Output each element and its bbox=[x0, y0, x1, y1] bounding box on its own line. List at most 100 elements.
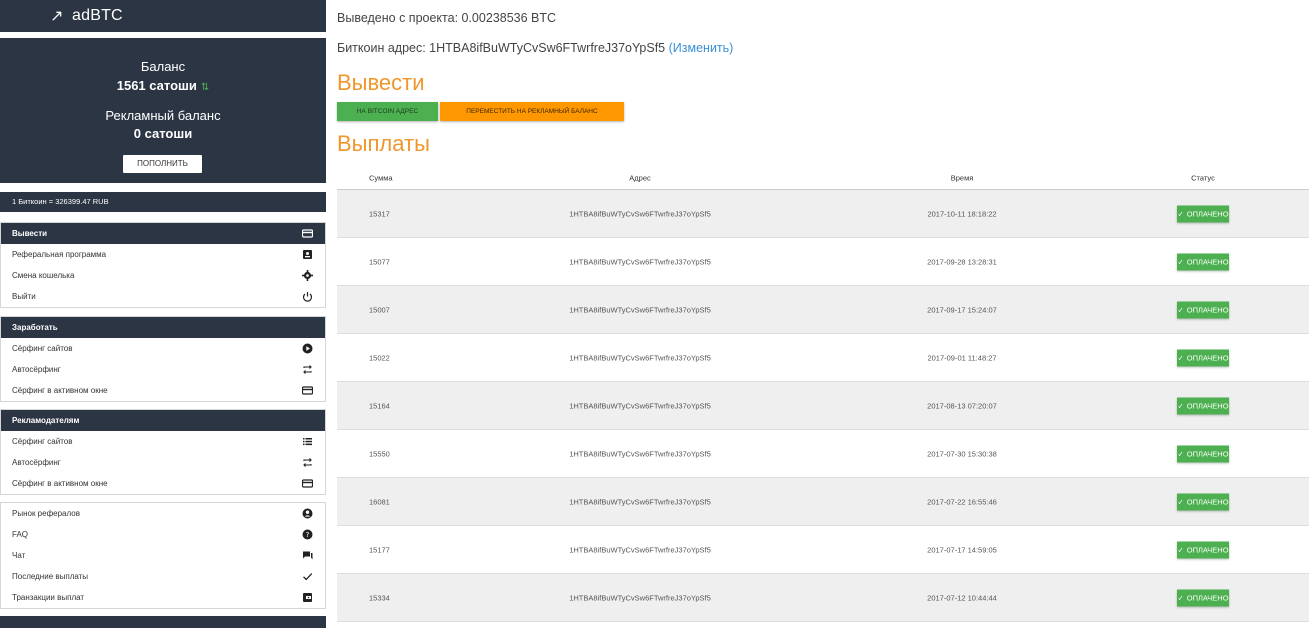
menu-head-advertisers[interactable]: Рекламодателям bbox=[1, 410, 325, 431]
sidebar-item-label: Выйти bbox=[12, 292, 36, 301]
cell-sum: 15317 bbox=[369, 209, 390, 218]
table-header: Сумма Адрес Время Статус bbox=[337, 166, 1309, 190]
cell-time-text: 2017-08-13 07:20:07 bbox=[927, 401, 997, 410]
status-badge: ✓ ОПЛАЧЕНО bbox=[1177, 301, 1229, 318]
sidebar-item-label: Сёрфинг сайтов bbox=[12, 344, 73, 353]
status-text: ОПЛАЧЕНО bbox=[1186, 401, 1229, 410]
sidebar-item-label: Транзакции выплат bbox=[12, 593, 85, 602]
status-text: ОПЛАЧЕНО bbox=[1186, 449, 1229, 458]
check-icon: ✓ bbox=[1177, 593, 1184, 602]
bitcoin-address: Биткоин адрес: 1HTBA8ifBuWTyCvSw6FTwrfre… bbox=[337, 41, 666, 55]
check-icon: ✓ bbox=[1177, 449, 1184, 458]
sidebar: ↗ adBTC Баланс 1561 сатоши ⇅ Рекламный ба… bbox=[0, 0, 326, 628]
sidebar-item-adv-active-window[interactable]: Сёрфинг в активном окне bbox=[1, 473, 325, 494]
sidebar-item-recent-payouts[interactable]: Последние выплаты bbox=[1, 566, 325, 587]
status-text: ОПЛАЧЕНО bbox=[1186, 593, 1229, 602]
table-row: 15022 1HTBA8ifBuWTyCvSw6FTwrfreJ37oYpSf5 2… bbox=[337, 334, 1309, 382]
cell-address-text: 1HTBA8ifBuWTyCvSw6FTwrfreJ37oYpSf5 bbox=[569, 401, 711, 410]
help-circle-icon: ? bbox=[302, 529, 313, 540]
credit-card-icon bbox=[302, 386, 313, 395]
status-badge: ✓ ОПЛАЧЕНО bbox=[1177, 253, 1229, 270]
sidebar-item-faq[interactable]: FAQ ? bbox=[1, 524, 325, 545]
table-body: 15317 1HTBA8ifBuWTyCvSw6FTwrfreJ37oYpSf5 2… bbox=[337, 190, 1309, 622]
table-row: 15007 1HTBA8ifBuWTyCvSw6FTwrfreJ37oYpSf5 2… bbox=[337, 286, 1309, 334]
sidebar-item-label: Сёрфинг сайтов bbox=[12, 437, 73, 446]
payouts-heading: Выплаты bbox=[337, 131, 430, 156]
cell-sum: 15164 bbox=[369, 401, 390, 410]
balance-card: Баланс 1561 сатоши ⇅ Рекламный баланс 0 с… bbox=[0, 38, 326, 183]
cell-sum: 16081 bbox=[369, 497, 390, 506]
move-to-ad-balance-button[interactable]: ПЕРЕМЕСТИТЬ НА РЕКЛАМНЫЙ БАЛАНС bbox=[440, 102, 624, 121]
withdraw-bitcoin-button[interactable]: НА BITCOIN АДРЕС bbox=[337, 102, 438, 121]
sidebar-item-transactions[interactable]: Транзакции выплат bbox=[1, 587, 325, 608]
cell-address-text: 1HTBA8ifBuWTyCvSw6FTwrfreJ37oYpSf5 bbox=[569, 545, 711, 554]
cell-address-text: 1HTBA8ifBuWTyCvSw6FTwrfreJ37oYpSf5 bbox=[569, 497, 711, 506]
check-icon: ✓ bbox=[1177, 401, 1184, 410]
table-row: 15164 1HTBA8ifBuWTyCvSw6FTwrfreJ37oYpSf5 2… bbox=[337, 382, 1309, 430]
table-row: 16081 1HTBA8ifBuWTyCvSw6FTwrfreJ37oYpSf5 2… bbox=[337, 478, 1309, 526]
sidebar-item-chat[interactable]: Чат bbox=[1, 545, 325, 566]
cell-time-text: 2017-07-12 10:44:44 bbox=[927, 593, 997, 602]
menu-head-withdraw[interactable]: Вывести bbox=[1, 223, 325, 244]
check-icon: ✓ bbox=[1177, 497, 1184, 506]
cell-time-text: 2017-09-01 11:48:27 bbox=[927, 353, 997, 362]
change-address-link[interactable]: (Изменить) bbox=[669, 41, 734, 55]
cell-sum: 15550 bbox=[369, 449, 390, 458]
col-header-sum: Сумма bbox=[369, 173, 393, 182]
logo-bar[interactable]: ↗ adBTC bbox=[0, 0, 326, 32]
col-header-status-label: Статус bbox=[1191, 173, 1215, 182]
sidebar-item-adv-autosurfing[interactable]: Автосёрфинг bbox=[1, 452, 325, 473]
sidebar-item-referral[interactable]: Реферальная программа bbox=[1, 244, 325, 265]
credit-card-icon bbox=[302, 229, 313, 238]
menu-group-withdraw: Вывести Реферальная программа Смена коше… bbox=[0, 222, 326, 308]
status-text: ОПЛАЧЕНО bbox=[1186, 353, 1229, 362]
status-text: ОПЛАЧЕНО bbox=[1186, 209, 1229, 218]
table-row: 15177 1HTBA8ifBuWTyCvSw6FTwrfreJ37oYpSf5 2… bbox=[337, 526, 1309, 574]
check-icon: ✓ bbox=[1177, 305, 1184, 314]
menu-group-earn: Заработать Сёрфинг сайтов Автосёрфинг Сё… bbox=[0, 316, 326, 402]
menu-head-label: Вывести bbox=[12, 229, 48, 238]
check-icon: ✓ bbox=[1177, 209, 1184, 218]
status-badge: ✓ ОПЛАЧЕНО bbox=[1177, 541, 1229, 558]
contacts-icon bbox=[303, 250, 312, 259]
sidebar-item-surfing[interactable]: Сёрфинг сайтов bbox=[1, 338, 325, 359]
sidebar-item-label: Чат bbox=[12, 551, 26, 560]
cell-time-text: 2017-09-28 13:28:31 bbox=[927, 257, 997, 266]
sidebar-item-logout[interactable]: Выйти bbox=[1, 286, 325, 307]
sidebar-item-label: Последние выплаты bbox=[12, 572, 89, 581]
balance-label: Баланс bbox=[140, 59, 186, 74]
table-row: 15550 1HTBA8ifBuWTyCvSw6FTwrfreJ37oYpSf5 2… bbox=[337, 430, 1309, 478]
status-text: ОПЛАЧЕНО bbox=[1186, 497, 1229, 506]
sidebar-item-autosurfing[interactable]: Автосёрфинг bbox=[1, 359, 325, 380]
cell-address-text: 1HTBA8ifBuWTyCvSw6FTwrfreJ37oYpSf5 bbox=[569, 209, 711, 218]
ad-balance-label: Рекламный баланс bbox=[105, 108, 221, 123]
status-text: ОПЛАЧЕНО bbox=[1186, 257, 1229, 266]
menu-head-label: Заработать bbox=[12, 323, 58, 332]
balance-value: 1561 сатоши ⇅ bbox=[0, 78, 326, 93]
sidebar-item-label: Автосёрфинг bbox=[12, 458, 61, 467]
status-badge: ✓ ОПЛАЧЕНО bbox=[1177, 589, 1229, 606]
sidebar-item-label: Рынок рефералов bbox=[12, 509, 80, 518]
check-icon: ✓ bbox=[1177, 545, 1184, 554]
sidebar-item-adv-surfing[interactable]: Сёрфинг сайтов bbox=[1, 431, 325, 452]
status-badge: ✓ ОПЛАЧЕНО bbox=[1177, 445, 1229, 462]
topup-button[interactable]: ПОПОЛНИТЬ bbox=[123, 155, 202, 173]
status-text: ОПЛАЧЕНО bbox=[1186, 305, 1229, 314]
table-row: 15334 1HTBA8ifBuWTyCvSw6FTwrfreJ37oYpSf5 2… bbox=[337, 574, 1309, 622]
exchange-rate: 1 Биткоин = 326399.47 RUB bbox=[0, 192, 326, 212]
cell-sum: 15177 bbox=[369, 545, 390, 554]
ad-balance-value: 0 сатоши bbox=[133, 126, 193, 141]
menu-head-label: Рекламодателям bbox=[12, 416, 80, 425]
cell-sum: 15077 bbox=[369, 257, 390, 266]
menu-head-earn[interactable]: Заработать bbox=[1, 317, 325, 338]
refresh-icon[interactable]: ⇅ bbox=[201, 82, 209, 93]
table-row: 15077 1HTBA8ifBuWTyCvSw6FTwrfreJ37oYpSf5 2… bbox=[337, 238, 1309, 286]
col-header-time-label: Время bbox=[950, 173, 974, 182]
sidebar-item-wallet[interactable]: Смена кошелька bbox=[1, 265, 325, 286]
cell-address-text: 1HTBA8ifBuWTyCvSw6FTwrfreJ37oYpSf5 bbox=[569, 593, 711, 602]
sidebar-item-referral-market[interactable]: Рынок рефералов bbox=[1, 503, 325, 524]
sidebar-item-active-window[interactable]: Сёрфинг в активном окне bbox=[1, 380, 325, 401]
col-header-address-label: Адрес bbox=[629, 173, 651, 182]
menu-group-advertisers: Рекламодателям Сёрфинг сайтов Автосёрфин… bbox=[0, 409, 326, 495]
app-title: adBTC bbox=[72, 7, 123, 24]
